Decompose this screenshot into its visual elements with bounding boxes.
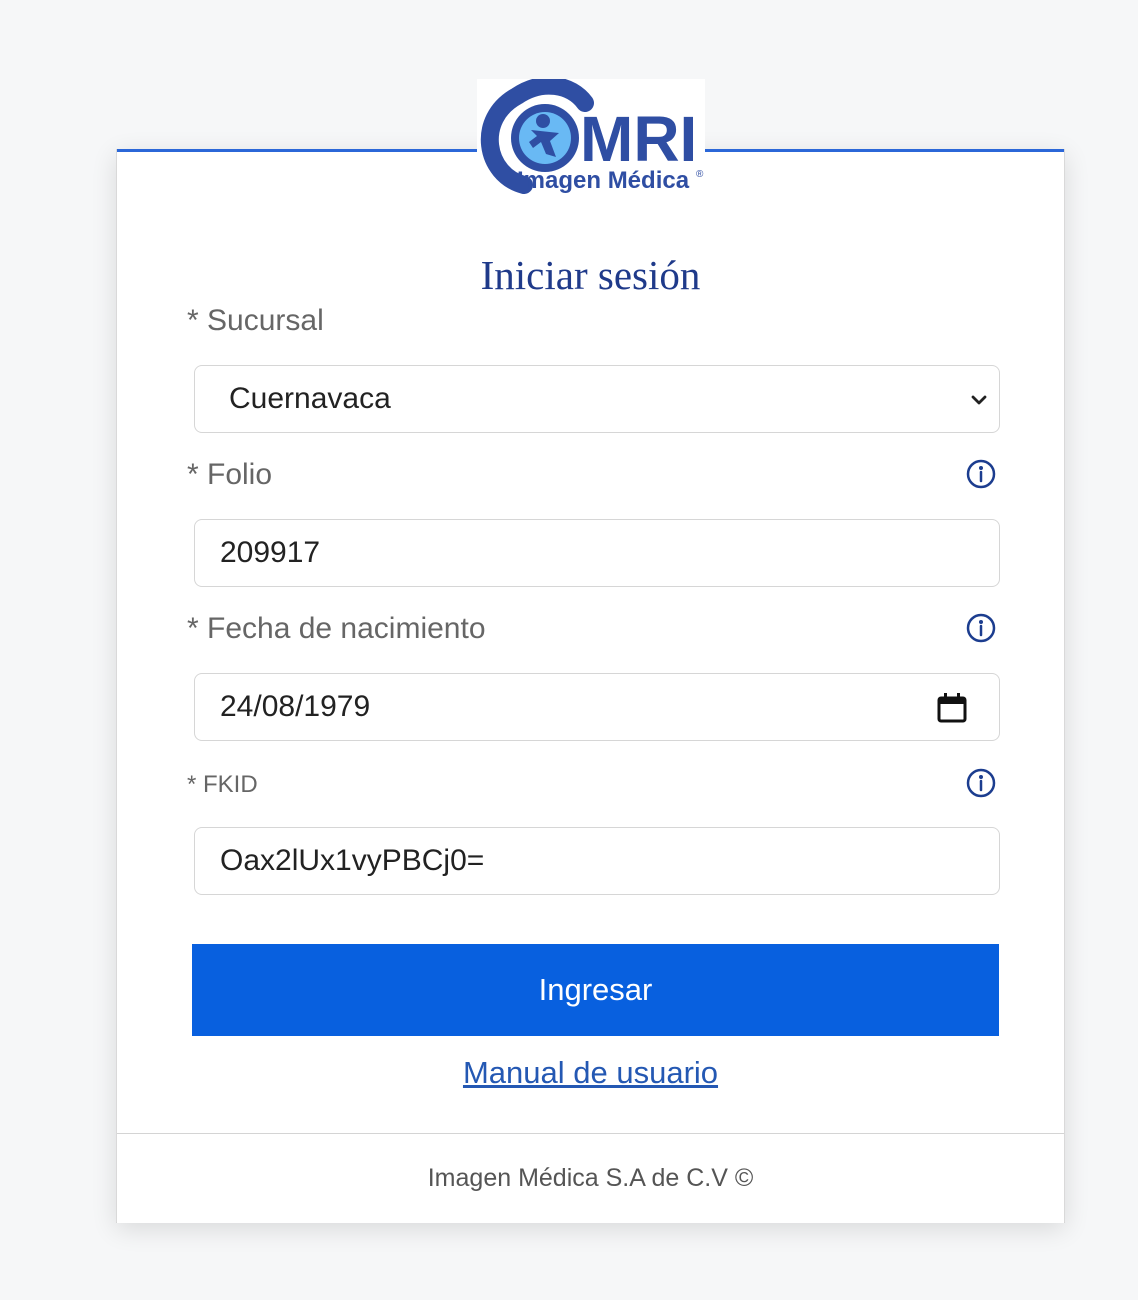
logo-brand-text: MRI (580, 103, 697, 175)
mri-logo: MRI Imagen Médica ® (477, 79, 705, 197)
fecha-info-icon[interactable] (966, 613, 996, 643)
logo-subtitle-text: Imagen Médica (517, 167, 690, 194)
fkid-info-icon[interactable] (966, 768, 996, 798)
chevron-down-icon (971, 395, 987, 405)
folio-input[interactable]: 209917 (194, 519, 1000, 587)
login-card: MRI Imagen Médica ® Iniciar sesión * Suc… (116, 79, 1065, 1223)
ingresar-button[interactable]: Ingresar (192, 944, 999, 1036)
fkid-input-value: Oax2lUx1vyPBCj0= (220, 844, 485, 877)
footer-copyright: Imagen Médica S.A de C.V © (427, 1164, 754, 1192)
folio-input-value: 209917 (220, 536, 321, 569)
calendar-icon[interactable] (935, 691, 969, 725)
manual-usuario-link[interactable]: Manual de usuario (117, 1055, 1064, 1091)
logo-registered-mark: ® (696, 169, 704, 180)
sucursal-select[interactable]: Cuernavaca (194, 365, 1000, 433)
fkid-label: * FKID (187, 771, 258, 798)
fkid-input[interactable]: Oax2lUx1vyPBCj0= (194, 827, 1000, 895)
folio-label: * Folio (187, 458, 273, 491)
page-title: Iniciar sesión (480, 252, 701, 298)
mri-logo-graphic: MRI Imagen Médica ® (480, 79, 704, 194)
fecha-label: * Fecha de nacimiento (187, 612, 486, 645)
fecha-nacimiento-value: 24/08/1979 (220, 690, 371, 723)
fecha-nacimiento-input[interactable]: 24/08/1979 (194, 673, 1000, 741)
card-footer: Imagen Médica S.A de C.V © (117, 1133, 1064, 1223)
sucursal-selected-value: Cuernavaca (229, 382, 391, 415)
folio-info-icon[interactable] (966, 459, 996, 489)
sucursal-label: * Sucursal (187, 304, 324, 337)
